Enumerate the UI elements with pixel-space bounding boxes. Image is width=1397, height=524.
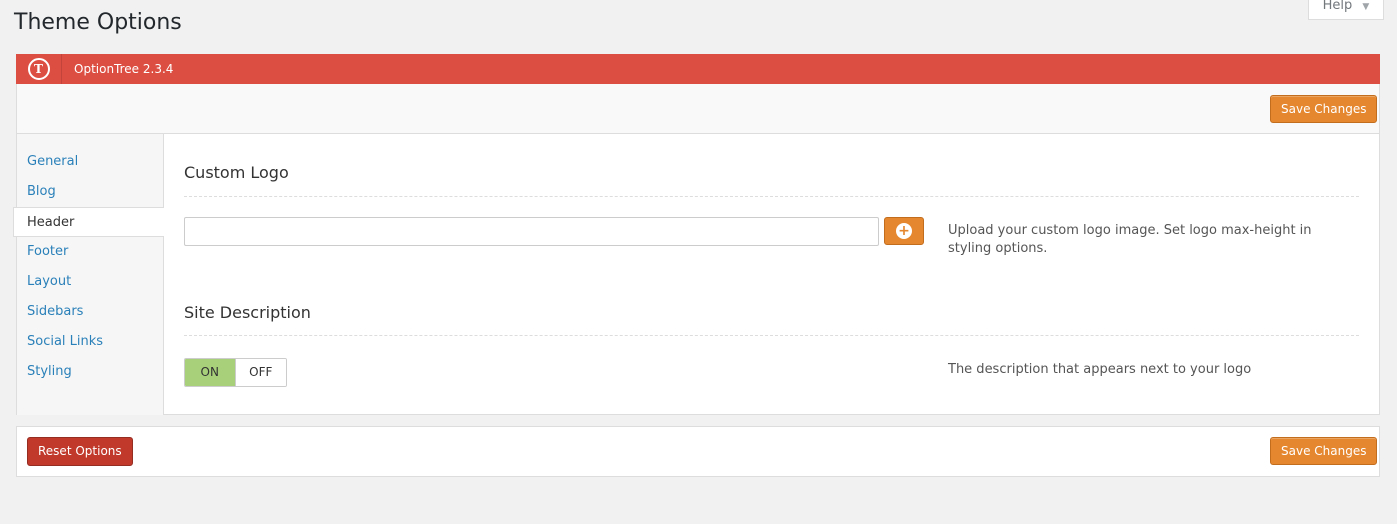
optiontree-logo-icon: T bbox=[27, 58, 50, 80]
plus-circle-icon: + bbox=[896, 223, 912, 239]
toggle-on-option[interactable]: ON bbox=[185, 359, 236, 386]
site-description-description: The description that appears next to you… bbox=[948, 362, 1252, 377]
help-label: Help bbox=[1322, 0, 1353, 13]
optiontree-header: T OptionTree 2.3.4 bbox=[16, 54, 1380, 84]
divider bbox=[184, 196, 1359, 197]
sidebar-item-general[interactable]: General bbox=[17, 147, 164, 177]
reset-options-button[interactable]: Reset Options bbox=[27, 437, 133, 466]
sidebar-item-social-links[interactable]: Social Links bbox=[17, 327, 164, 357]
help-tab-button[interactable]: Help ▼ bbox=[1308, 0, 1384, 20]
divider bbox=[184, 335, 1359, 336]
optiontree-toolbar: Save Changes bbox=[17, 84, 1379, 134]
save-changes-button-bottom[interactable]: Save Changes bbox=[1270, 437, 1378, 465]
toggle-off-option[interactable]: OFF bbox=[235, 359, 286, 386]
custom-logo-input[interactable] bbox=[184, 217, 879, 246]
optiontree-logo: T bbox=[16, 54, 62, 84]
sidebar-item-styling[interactable]: Styling bbox=[17, 357, 164, 387]
custom-logo-title: Custom Logo bbox=[184, 163, 289, 182]
site-description-toggle: ON OFF bbox=[184, 358, 287, 387]
chevron-down-icon: ▼ bbox=[1362, 2, 1370, 12]
page-title: Theme Options bbox=[14, 10, 182, 35]
sidebar-item-header[interactable]: Header bbox=[13, 207, 164, 237]
sidebar-item-footer[interactable]: Footer bbox=[17, 237, 164, 267]
sidebar-item-blog[interactable]: Blog bbox=[17, 177, 164, 207]
save-changes-button-top[interactable]: Save Changes bbox=[1270, 95, 1378, 123]
options-footer: Reset Options Save Changes bbox=[16, 426, 1380, 477]
upload-logo-button[interactable]: + bbox=[884, 217, 924, 245]
sidebar-item-layout[interactable]: Layout bbox=[17, 267, 164, 297]
sidebar-item-sidebars[interactable]: Sidebars bbox=[17, 297, 164, 327]
custom-logo-description: Upload your custom logo image. Set logo … bbox=[948, 223, 1312, 256]
optiontree-panel: T OptionTree 2.3.4 Save Changes General … bbox=[13, 54, 1380, 415]
options-sidebar: General Blog Header Footer Layout Sideba… bbox=[13, 134, 164, 415]
optiontree-version: OptionTree 2.3.4 bbox=[74, 62, 174, 76]
options-content: Custom Logo + Upload your custom logo im… bbox=[164, 134, 1379, 415]
site-description-title: Site Description bbox=[184, 303, 311, 322]
